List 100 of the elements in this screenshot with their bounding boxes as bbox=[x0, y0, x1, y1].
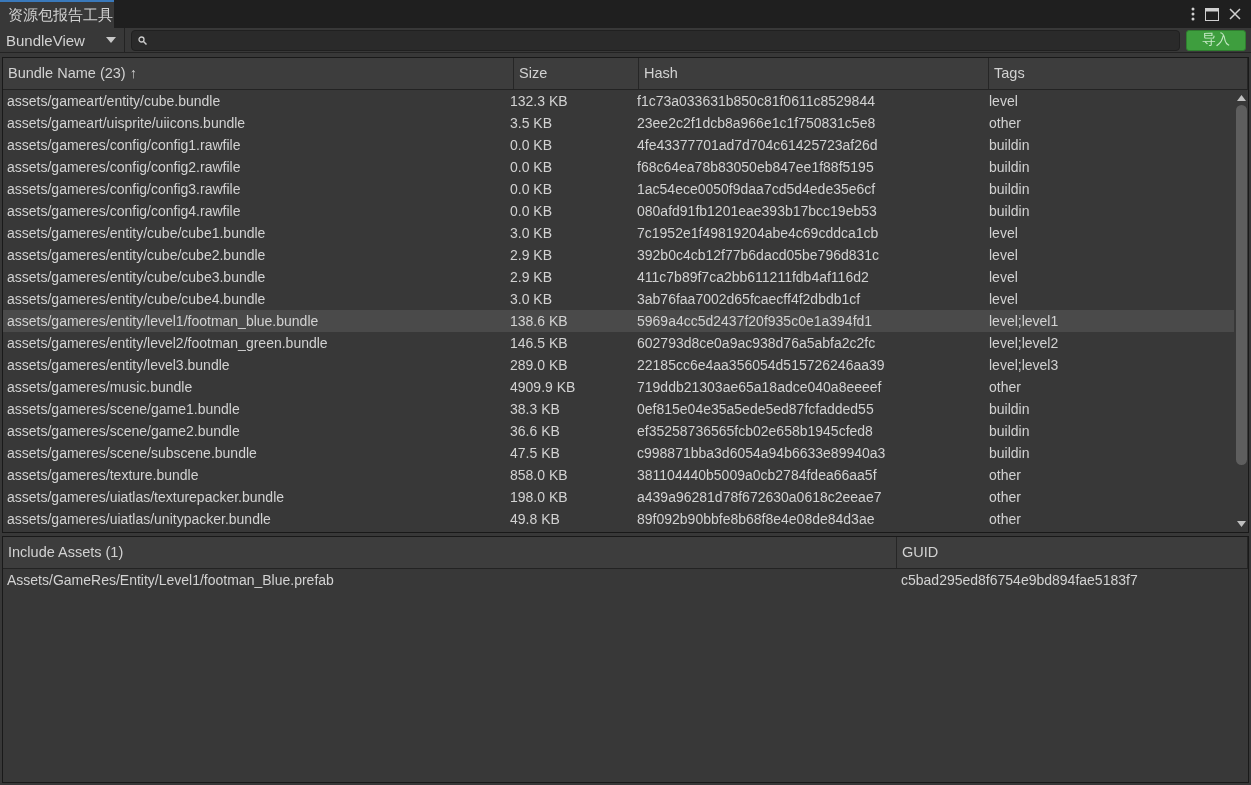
table-row[interactable]: assets/gameres/scene/game1.bundle 38.3 KB 0ef815e04e35a5ede5ed87fcfadded55 buildin bbox=[3, 398, 1234, 420]
more-options-icon[interactable] bbox=[1191, 7, 1195, 21]
table-cell-text: buildin bbox=[988, 401, 1031, 417]
table-cell-text: 080afd91fb1201eae393b17bcc19eb53 bbox=[636, 203, 878, 219]
table-cell-text: 0.0 KB bbox=[509, 203, 554, 219]
table-cell-text: level;level3 bbox=[988, 357, 1060, 373]
table-row[interactable]: assets/gameres/uiatlas/unitypacker.bundle 49.8 KB 89f092b90bbfe8b68f8e4e08de84d3ae other bbox=[3, 508, 1234, 530]
table-cell-text: level;level1 bbox=[988, 313, 1060, 329]
table-row[interactable]: assets/gameart/entity/cube.bundle 132.3 KB f1c73a033631b850c81f0611c8529844 level bbox=[3, 90, 1234, 112]
table-row[interactable]: assets/gameres/entity/cube/cube2.bundle 2.9 KB 392b0c4cb12f77b6dacd05be796d831c level bbox=[3, 244, 1234, 266]
table-cell-text: level bbox=[988, 269, 1019, 285]
table-cell-text: 0.0 KB bbox=[509, 159, 554, 175]
table-cell-text: f68c64ea78b83050eb847ee1f88f5195 bbox=[636, 159, 875, 175]
table-cell-text: 381104440b5009a0cb2784fdea66aa5f bbox=[636, 467, 878, 483]
table-cell-text: 1ac54ece0050f9daa7cd5d4ede35e6cf bbox=[636, 181, 877, 197]
table-cell-text: 719ddb21303ae65a18adce040a8eeeef bbox=[636, 379, 883, 395]
maximize-icon[interactable] bbox=[1205, 7, 1219, 21]
table-cell-text: 22185cc6e4aa356054d515726246aa39 bbox=[636, 357, 886, 373]
table-row[interactable]: assets/gameres/entity/level3.bundle 289.0 KB 22185cc6e4aa356054d515726246aa39 level;level3 bbox=[3, 354, 1234, 376]
table-cell-text: c998871bba3d6054a94b6633e89940a3 bbox=[636, 445, 887, 461]
table-cell-text: 36.6 KB bbox=[509, 423, 561, 439]
table-cell-text: 38.3 KB bbox=[509, 401, 561, 417]
table-row[interactable]: assets/gameart/uisprite/uiicons.bundle 3.5 KB 23ee2c2f1dcb8a966e1c1f750831c5e8 other bbox=[3, 112, 1234, 134]
table-cell-text: 392b0c4cb12f77b6dacd05be796d831c bbox=[636, 247, 881, 263]
table-cell-text: f1c73a033631b850c81f0611c8529844 bbox=[636, 93, 876, 109]
table-cell-text: 4909.9 KB bbox=[509, 379, 577, 395]
table-cell-text: other bbox=[988, 467, 1022, 483]
table-cell-text: 3.0 KB bbox=[509, 291, 554, 307]
table-cell-text: other bbox=[988, 379, 1022, 395]
window-tab[interactable]: 资源包报告工具 bbox=[0, 0, 114, 28]
table-cell-text: buildin bbox=[988, 203, 1031, 219]
table-cell-text: Assets/GameRes/Entity/Level1/footman_Blue.prefab bbox=[6, 572, 335, 588]
column-header[interactable]: Hash bbox=[639, 58, 989, 89]
table-cell-text: 4fe43377701ad7d704c61425723af26d bbox=[636, 137, 879, 153]
table-cell-text: 3.5 KB bbox=[509, 115, 554, 131]
column-header[interactable]: Size bbox=[514, 58, 639, 89]
table-cell-text: level bbox=[988, 93, 1019, 109]
table-cell-text: 146.5 KB bbox=[509, 335, 569, 351]
table-cell-text: ef35258736565fcb02e658b1945cfed8 bbox=[636, 423, 874, 439]
table-cell-text: 289.0 KB bbox=[509, 357, 569, 373]
table-cell-text: assets/gameres/uiatlas/texturepacker.bundle bbox=[6, 489, 286, 505]
table-cell-text: 2.9 KB bbox=[509, 247, 554, 263]
table-row[interactable]: assets/gameres/config/config3.rawfile 0.0 KB 1ac54ece0050f9daa7cd5d4ede35e6cf buildin bbox=[3, 178, 1234, 200]
table-cell-text: c5bad295ed8f6754e9bd894fae5183f7 bbox=[900, 572, 1139, 588]
scroll-up-icon[interactable] bbox=[1236, 95, 1246, 101]
table-cell-text: 3.0 KB bbox=[509, 225, 554, 241]
table-cell-text: buildin bbox=[988, 181, 1031, 197]
table-cell-text: 2.9 KB bbox=[509, 269, 554, 285]
table-cell-text: level bbox=[988, 247, 1019, 263]
table-cell-text: 23ee2c2f1dcb8a966e1c1f750831c5e8 bbox=[636, 115, 877, 131]
table-row[interactable]: assets/gameres/config/config2.rawfile 0.0 KB f68c64ea78b83050eb847ee1f88f5195 buildin bbox=[3, 156, 1234, 178]
table-cell-text: buildin bbox=[988, 159, 1031, 175]
column-header[interactable]: GUID bbox=[897, 537, 1248, 568]
table-cell-text: level;level2 bbox=[988, 335, 1060, 351]
table-cell-text: 411c7b89f7ca2bb611211fdb4af116d2 bbox=[636, 269, 870, 285]
table-cell-text: other bbox=[988, 489, 1022, 505]
table-row[interactable]: assets/gameres/texture.bundle 858.0 KB 381104440b5009a0cb2784fdea66aa5f other bbox=[3, 464, 1234, 486]
table-cell-text: buildin bbox=[988, 137, 1031, 153]
table-cell-text: level bbox=[988, 225, 1019, 241]
table-row[interactable]: assets/gameres/entity/cube/cube3.bundle 2.9 KB 411c7b89f7ca2bb611211fdb4af116d2 level bbox=[3, 266, 1234, 288]
table-cell-text: 0.0 KB bbox=[509, 181, 554, 197]
table-cell-text: buildin bbox=[988, 423, 1031, 439]
search-field[interactable] bbox=[131, 29, 1180, 51]
table-cell-text: 138.6 KB bbox=[509, 313, 569, 329]
table-cell-text: 3ab76faa7002d65fcaecff4f2dbdb1cf bbox=[636, 291, 862, 307]
table-cell-text: other bbox=[988, 511, 1022, 527]
table-row[interactable]: assets/gameres/config/config4.rawfile 0.0 KB 080afd91fb1201eae393b17bcc19eb53 buildin bbox=[3, 200, 1234, 222]
search-icon bbox=[138, 35, 147, 45]
table-cell-text: 0.0 KB bbox=[509, 137, 554, 153]
table-cell-text: 7c1952e1f49819204abe4c69cddca1cb bbox=[636, 225, 880, 241]
table-cell-text: assets/gameart/entity/cube.bundle bbox=[6, 93, 222, 109]
scroll-down-icon[interactable] bbox=[1236, 521, 1246, 527]
column-header[interactable]: Include Assets (1) bbox=[3, 537, 897, 568]
caret-icon bbox=[106, 37, 116, 43]
view-dropdown[interactable]: BundleView bbox=[0, 28, 125, 52]
table-cell-text: a439a96281d78f672630a0618c2eeae7 bbox=[636, 489, 883, 505]
table-row[interactable]: assets/gameres/scene/game2.bundle 36.6 KB ef35258736565fcb02e658b1945cfed8 buildin bbox=[3, 420, 1234, 442]
table-cell-text: 89f092b90bbfe8b68f8e4e08de84d3ae bbox=[636, 511, 876, 527]
table-cell-text: 602793d8ce0a9ac938d76a5abfa2c2fc bbox=[636, 335, 877, 351]
table-row[interactable]: assets/gameres/entity/level1/footman_blue.bundle 138.6 KB 5969a4cc5d2437f20f935c0e1a394fd1 level;level1 bbox=[3, 310, 1234, 332]
table-row[interactable]: assets/gameres/uiatlas/texturepacker.bundle 198.0 KB a439a96281d78f672630a0618c2eeae7 other bbox=[3, 486, 1234, 508]
table-cell-text: 858.0 KB bbox=[509, 467, 569, 483]
table-row[interactable]: Assets/GameRes/Entity/Level1/footman_Blue.prefab c5bad295ed8f6754e9bd894fae5183f7 bbox=[3, 569, 1248, 591]
table-row[interactable]: assets/gameres/config/config1.rawfile 0.0 KB 4fe43377701ad7d704c61425723af26d buildin bbox=[3, 134, 1234, 156]
table-cell-text: level bbox=[988, 291, 1019, 307]
table-row[interactable]: assets/gameres/entity/cube/cube4.bundle 3.0 KB 3ab76faa7002d65fcaecff4f2dbdb1cf level bbox=[3, 288, 1234, 310]
table-cell-text: 198.0 KB bbox=[509, 489, 569, 505]
table-cell-text: other bbox=[988, 115, 1022, 131]
column-header[interactable]: Tags bbox=[989, 58, 1248, 89]
table-row[interactable]: assets/gameres/entity/level2/footman_green.bundle 146.5 KB 602793d8ce0a9ac938d76a5abfa2c2fc level;level2 bbox=[3, 332, 1234, 354]
table-cell-text: assets/gameres/entity/level2/footman_green.bundle bbox=[6, 335, 329, 351]
table-cell-text: 49.8 KB bbox=[509, 511, 561, 527]
close-icon[interactable] bbox=[1229, 8, 1241, 20]
table-cell-text: 47.5 KB bbox=[509, 445, 561, 461]
table-row[interactable]: assets/gameres/entity/cube/cube1.bundle 3.0 KB 7c1952e1f49819204abe4c69cddca1cb level bbox=[3, 222, 1234, 244]
table-cell-text: assets/gameres/entity/level1/footman_blue.bundle bbox=[6, 313, 320, 329]
column-header[interactable]: Bundle Name (23) ↑ bbox=[3, 58, 514, 89]
table-row[interactable]: assets/gameres/scene/subscene.bundle 47.5 KB c998871bba3d6054a94b6633e89940a3 buildin bbox=[3, 442, 1234, 464]
table-row[interactable]: assets/gameres/music.bundle 4909.9 KB 719ddb21303ae65a18adce040a8eeeef other bbox=[3, 376, 1234, 398]
table-cell-text: buildin bbox=[988, 445, 1031, 461]
